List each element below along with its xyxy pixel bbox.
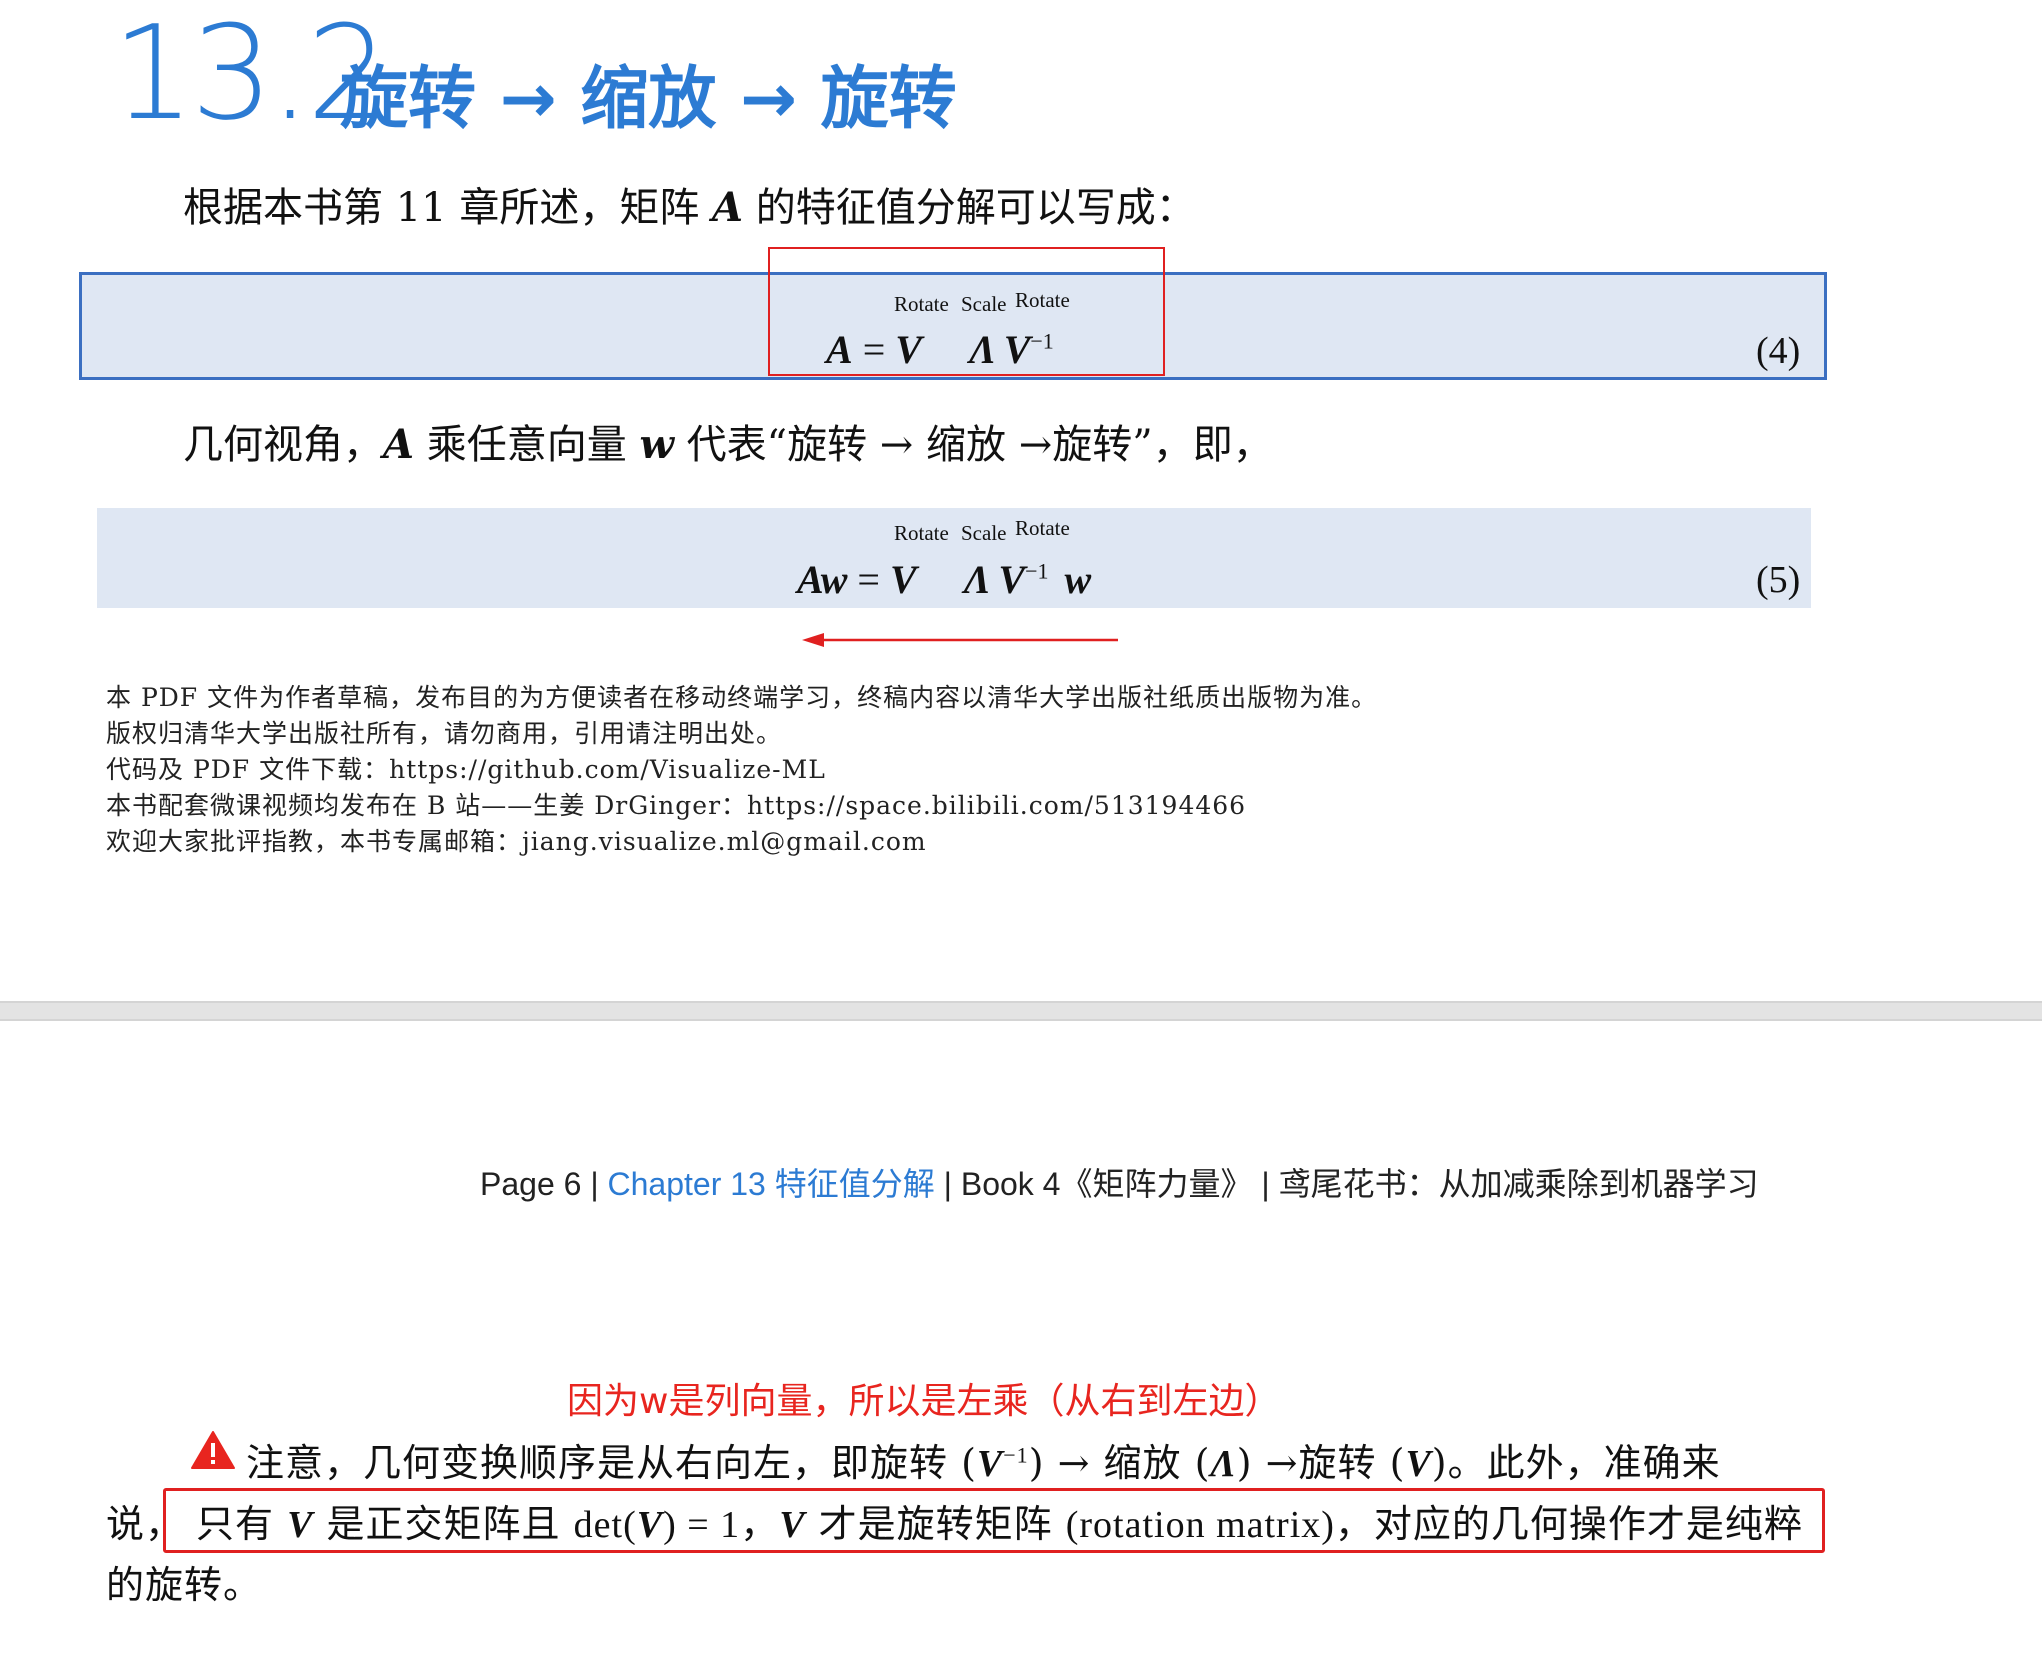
footer-sep: | bbox=[1252, 1166, 1279, 1202]
note-text: ) → 缩放 ( bbox=[1028, 1441, 1211, 1485]
eq5-V: V bbox=[889, 557, 916, 602]
eq5-Lambda: Λ bbox=[963, 557, 989, 602]
footnote-line: 版权归清华大学出版社所有，请勿商用，引用请注明出处。 bbox=[106, 719, 783, 748]
highlight-box-note bbox=[163, 1488, 1825, 1553]
footer-series: 鸢尾花书：从加减乘除到机器学习 bbox=[1278, 1166, 1759, 1202]
note-Lambda: Λ bbox=[1210, 1443, 1237, 1485]
note-sup: −1 bbox=[1003, 1442, 1029, 1468]
footer-chapter-link[interactable]: Chapter 13 特征值分解 bbox=[608, 1166, 935, 1202]
page-separator bbox=[0, 1001, 2042, 1021]
geo-text-2: 乘任意向量 bbox=[414, 422, 640, 468]
intro-paragraph: 根据本书第 11 章所述，矩阵 A 的特征值分解可以写成： bbox=[183, 185, 1196, 231]
intro-text-end: 的特征值分解可以写成： bbox=[743, 185, 1196, 231]
intro-text: 根据本书第 11 章所述，矩阵 bbox=[183, 185, 713, 231]
eq5-label-rotate-2: Rotate bbox=[1015, 516, 1070, 540]
note-text: 注意，几何变换顺序是从右向左，即旋转 ( bbox=[246, 1441, 977, 1485]
left-arrow-icon bbox=[802, 633, 1118, 647]
footer-page: Page 6 bbox=[480, 1166, 582, 1202]
note-line-3: 的旋转。 bbox=[106, 1563, 263, 1607]
eq5-label-scale: Scale bbox=[961, 521, 1007, 545]
eq5-V-inv: V bbox=[998, 557, 1026, 602]
eq5-equals: = bbox=[847, 557, 890, 602]
warning-icon bbox=[191, 1431, 235, 1469]
page-footer: Page 6 | Chapter 13 特征值分解 | Book 4《矩阵力量》… bbox=[480, 1168, 1759, 1200]
section-title: 旋转 → 缩放 → 旋转 bbox=[340, 60, 957, 139]
highlight-box-eq4 bbox=[768, 247, 1165, 376]
footnote-line: 本书配套微课视频均发布在 B 站——生姜 DrGinger：https://sp… bbox=[106, 791, 1247, 820]
note-line-1: 注意，几何变换顺序是从右向左，即旋转 (V−1) → 缩放 (Λ) →旋转 (V… bbox=[246, 1444, 1721, 1483]
eq5-formula: Aw = V Λ V−1 w bbox=[797, 560, 1091, 600]
note-V: V bbox=[976, 1443, 1004, 1485]
eq5-w: w bbox=[1064, 557, 1092, 602]
footnote-line: 代码及 PDF 文件下载：https://github.com/Visualiz… bbox=[106, 755, 826, 784]
eq5-label-rotate: Rotate bbox=[894, 521, 949, 545]
footer-sep: | bbox=[581, 1166, 608, 1202]
geo-text-1: 几何视角， bbox=[183, 422, 383, 468]
note-text: )。此外，准确来 bbox=[1431, 1441, 1721, 1485]
red-annotation: 因为w是列向量，所以是左乘（从右到左边） bbox=[567, 1381, 1281, 1422]
note-text: ) →旋转 ( bbox=[1236, 1441, 1406, 1485]
geometry-paragraph: 几何视角，A 乘任意向量 w 代表“旋转 → 缩放 →旋转”，即， bbox=[183, 422, 1273, 468]
geo-vector-w: w bbox=[639, 421, 674, 468]
equation-4-number: (4) bbox=[1756, 330, 1801, 372]
equation-5-number: (5) bbox=[1756, 559, 1801, 601]
eq5-lhs: Aw bbox=[797, 557, 848, 602]
geo-text-3: 代表“旋转 → 缩放 →旋转”，即， bbox=[673, 422, 1273, 468]
eq5-sup: −1 bbox=[1025, 558, 1049, 584]
footnote-line: 本 PDF 文件为作者草稿，发布目的为方便读者在移动终端学习，终稿内容以清华大学… bbox=[106, 683, 1378, 712]
matrix-A: A bbox=[712, 184, 744, 231]
geo-matrix-A: A bbox=[383, 421, 415, 468]
footnote-line: 欢迎大家批评指教，本书专属邮箱：jiang.visualize.ml@gmail… bbox=[106, 827, 927, 856]
footer-sep: | bbox=[934, 1166, 961, 1202]
note-V: V bbox=[1405, 1443, 1432, 1485]
footer-book: Book 4《矩阵力量》 bbox=[960, 1166, 1253, 1202]
